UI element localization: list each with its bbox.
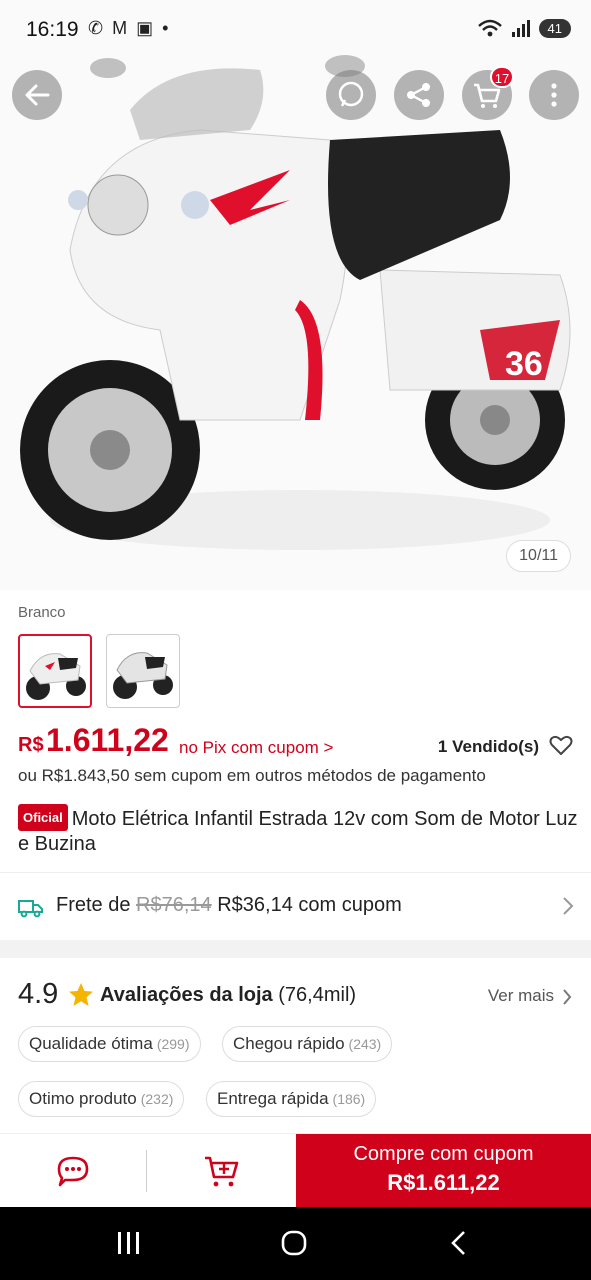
review-chip[interactable]: Otimo produto (232) (18, 1081, 185, 1117)
add-cart-icon (205, 1156, 239, 1187)
price-row: R$ 1.611,22 no Pix com cupom > 1 Vendido… (18, 722, 573, 762)
svg-text:36: 36 (505, 345, 543, 383)
review-chip[interactable]: Qualidade ótima (299) (18, 1026, 201, 1062)
variant-thumb-white[interactable] (18, 634, 92, 708)
battery-icon: 41 (538, 18, 571, 38)
share-button[interactable] (394, 70, 444, 120)
status-right: 41 (477, 18, 571, 38)
review-chip-text: Otimo produto (29, 1089, 137, 1108)
review-chip-text: Qualidade ótima (29, 1034, 153, 1053)
review-chip-count: (243) (348, 1036, 382, 1052)
review-chip-count: (186) (332, 1091, 366, 1107)
buy-with-coupon-button[interactable]: Compre com cupom R$1.611,22 (296, 1134, 591, 1208)
official-badge: Oficial (18, 804, 68, 831)
product-image-gallery[interactable]: 36 16:19 ✆ M ▣ • 41 17 10/11 (0, 0, 591, 590)
variant-thumb-gray[interactable] (106, 634, 180, 708)
status-time: 16:19 (26, 18, 79, 41)
notification-icons: ✆ M ▣ • (88, 18, 171, 38)
bottom-action-bar: Compre com cupom R$1.611,22 (0, 1133, 591, 1208)
review-chip-count: (232) (140, 1091, 174, 1107)
pix-coupon-link[interactable]: no Pix com cupom > (179, 738, 334, 758)
review-chip-text: Chegou rápido (233, 1034, 345, 1053)
review-chip-count: (299) (156, 1036, 190, 1052)
system-navigation-bar (0, 1207, 591, 1280)
section-separator (0, 940, 591, 958)
chevron-right-icon[interactable] (562, 988, 572, 1006)
product-title-text: Moto Elétrica Infantil Estrada 12v com S… (18, 808, 578, 855)
divider (0, 872, 591, 873)
shipping-prefix: Frete de (56, 894, 131, 916)
store-score: 4.9 (18, 978, 59, 1010)
see-more-link[interactable]: Ver mais (488, 986, 554, 1006)
truck-icon (18, 900, 43, 918)
variant-thumbnail-image (26, 653, 86, 700)
home-icon[interactable] (280, 1229, 308, 1257)
product-title: Oficial Moto Elétrica Infantil Estrada 12… (18, 804, 578, 857)
action-separator (146, 1150, 147, 1192)
alternate-price-text: ou R$1.843,50 sem cupom em outros método… (18, 766, 486, 785)
buy-button-price: R$1.611,22 (387, 1170, 500, 1195)
cart-button[interactable]: 17 (462, 66, 514, 120)
price-currency: R$ (18, 734, 44, 756)
chat-icon (57, 1156, 89, 1187)
review-chip-text: Entrega rápida (217, 1089, 329, 1108)
share-icon (407, 83, 430, 107)
status-bar: 16:19 ✆ M ▣ • 41 (0, 0, 591, 60)
whatsapp-icon (338, 81, 364, 107)
store-rating-count: (76,4mil) (278, 984, 357, 1006)
more-options-button[interactable] (529, 70, 579, 120)
variant-label: Branco (18, 604, 66, 621)
review-chip[interactable]: Entrega rápida (186) (206, 1081, 377, 1117)
price-value: 1.611,22 (46, 722, 169, 758)
more-vertical-icon (551, 83, 557, 107)
recent-apps-icon[interactable] (116, 1229, 142, 1257)
store-rating-label: Avaliações da loja (76,4mil) (100, 984, 356, 1007)
whatsapp-share-button[interactable] (326, 70, 376, 120)
sold-count: 1 Vendido(s) (437, 737, 539, 756)
variant-thumbnail-image (113, 652, 173, 699)
wifi-icon (477, 19, 502, 37)
back-arrow-icon (25, 84, 50, 106)
back-nav-icon[interactable] (448, 1229, 470, 1257)
shipping-row[interactable]: Frete de R$76,14 R$36,14 com cupom (18, 890, 574, 922)
add-to-cart-button[interactable] (188, 1148, 258, 1194)
product-page: 36 16:19 ✆ M ▣ • 41 17 10/11 Branco R$ 1… (0, 0, 591, 1280)
favorite-heart-icon[interactable] (549, 734, 573, 756)
store-rating-row: 4.9 Avaliações da loja (76,4mil) Ver mai… (18, 978, 574, 1014)
review-chip[interactable]: Chegou rápido (243) (222, 1026, 393, 1062)
shipping-old-price: R$76,14 (136, 894, 212, 916)
back-button[interactable] (12, 70, 62, 120)
image-counter: 10/11 (506, 540, 571, 572)
store-rating-title: Avaliações da loja (100, 984, 273, 1006)
chat-button[interactable] (40, 1148, 110, 1194)
buy-button-label: Compre com cupom (353, 1143, 534, 1165)
star-icon (69, 983, 93, 1006)
cart-count-badge: 17 (490, 66, 514, 88)
shipping-new-price: R$36,14 com cupom (217, 894, 402, 916)
signal-icon (511, 20, 530, 37)
shipping-text: Frete de R$76,14 R$36,14 com cupom (56, 894, 402, 917)
chevron-right-icon (563, 897, 574, 915)
